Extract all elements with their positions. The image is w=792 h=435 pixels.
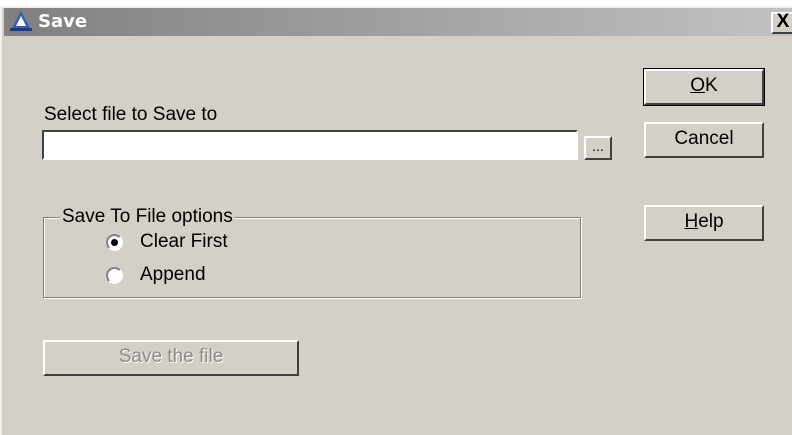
app-icon bbox=[10, 11, 32, 31]
save-options-groupbox bbox=[43, 217, 581, 298]
ok-label-rest: K bbox=[705, 75, 718, 96]
help-label-rest: elp bbox=[698, 211, 724, 232]
help-mnemonic: H bbox=[684, 211, 699, 232]
title-bar[interactable]: Save bbox=[4, 8, 792, 36]
radio-append[interactable] bbox=[106, 267, 123, 284]
browse-button[interactable]: ... bbox=[584, 136, 612, 160]
window-title: Save bbox=[38, 11, 88, 32]
help-button[interactable]: Help bbox=[644, 205, 764, 241]
cancel-button[interactable]: Cancel bbox=[644, 122, 764, 158]
radio-selected-dot bbox=[111, 239, 118, 246]
ok-button[interactable]: OK bbox=[643, 68, 765, 106]
ok-mnemonic: O bbox=[690, 75, 706, 96]
radio-clear-first-label[interactable]: Clear First bbox=[140, 231, 228, 253]
file-path-input[interactable] bbox=[42, 130, 578, 160]
radio-append-label[interactable]: Append bbox=[140, 264, 206, 286]
file-select-label: Select file to Save to bbox=[44, 104, 218, 125]
radio-clear-first[interactable] bbox=[106, 234, 123, 251]
close-button[interactable]: X bbox=[771, 12, 792, 34]
save-options-legend: Save To File options bbox=[60, 206, 235, 228]
save-file-button[interactable]: Save the file bbox=[43, 340, 299, 376]
